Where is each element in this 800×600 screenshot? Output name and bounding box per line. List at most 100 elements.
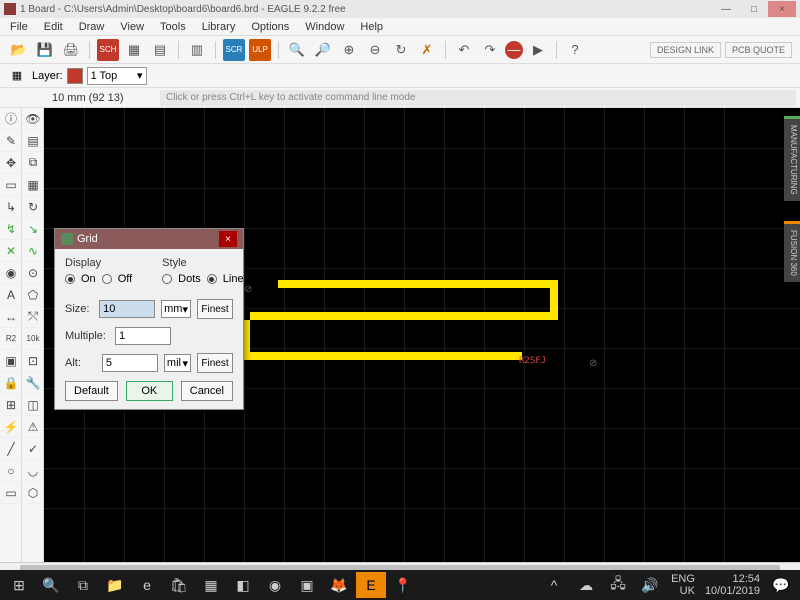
display-off-radio[interactable] xyxy=(102,274,112,284)
maximize-button[interactable]: □ xyxy=(740,1,768,17)
clock[interactable]: 12:5410/01/2019 xyxy=(701,573,764,597)
chrome-icon[interactable]: ◉ xyxy=(260,572,290,598)
manufacturing-tab[interactable]: MANUFACTURING xyxy=(784,116,800,201)
edge-icon[interactable]: e xyxy=(132,572,162,598)
store-icon[interactable]: 🛍 xyxy=(164,572,194,598)
paste-tool-icon[interactable]: ▣ xyxy=(0,350,22,372)
multiple-input[interactable] xyxy=(115,327,171,345)
app3-icon[interactable]: ▣ xyxy=(292,572,322,598)
save-icon[interactable]: 💾 xyxy=(34,39,56,61)
menu-options[interactable]: Options xyxy=(245,20,295,34)
redo-icon[interactable]: ↷ xyxy=(479,39,501,61)
mirror-tool-icon[interactable]: ▭ xyxy=(0,174,22,196)
library-icon[interactable]: ▥ xyxy=(186,39,208,61)
ratsnest-tool-icon[interactable]: ⊞ xyxy=(0,394,22,416)
menu-help[interactable]: Help xyxy=(354,20,389,34)
network-icon[interactable]: 🖧 xyxy=(603,572,633,598)
design-link-button[interactable]: DESIGN LINK xyxy=(650,42,721,58)
dimension-tool-icon[interactable]: ↔ xyxy=(0,306,22,328)
close-button[interactable]: × xyxy=(768,1,796,17)
zoom-select-icon[interactable]: ⊖ xyxy=(364,39,386,61)
minimize-button[interactable]: — xyxy=(712,1,740,17)
explorer-icon[interactable]: 📁 xyxy=(100,572,130,598)
ok-button[interactable]: OK xyxy=(126,381,173,401)
stop-icon[interactable]: — xyxy=(505,41,523,59)
rect-tool-icon[interactable]: ▭ xyxy=(0,482,22,504)
hole-tool-icon[interactable]: ⊙ xyxy=(22,262,44,284)
group-tool-icon[interactable]: ▦ xyxy=(22,174,44,196)
volume-icon[interactable]: 🔊 xyxy=(635,572,665,598)
alt-finest-button[interactable]: Finest xyxy=(197,353,233,373)
sheet-icon[interactable]: ▤ xyxy=(149,39,171,61)
display-on-radio[interactable] xyxy=(65,274,75,284)
menu-view[interactable]: View xyxy=(114,20,150,34)
size-unit-select[interactable]: mm▾ xyxy=(161,300,191,318)
lock-tool-icon[interactable]: 🔒 xyxy=(0,372,22,394)
rotate-tool-icon[interactable]: ↻ xyxy=(22,196,44,218)
pcb-quote-button[interactable]: PCB QUOTE xyxy=(725,42,792,58)
go-icon[interactable]: ▶ xyxy=(527,39,549,61)
grid-icon[interactable]: ▦ xyxy=(8,67,26,85)
start-button[interactable]: ⊞ xyxy=(4,572,34,598)
style-dots-radio[interactable] xyxy=(162,274,172,284)
route2-tool-icon[interactable]: ↘ xyxy=(22,218,44,240)
smash-tool-icon[interactable]: ⊡ xyxy=(22,350,44,372)
zoom-fit-icon[interactable]: ⊕ xyxy=(338,39,360,61)
layer-tool-icon[interactable]: ▤ xyxy=(22,130,44,152)
size-finest-button[interactable]: Finest xyxy=(197,299,233,319)
dialog-titlebar[interactable]: Grid × xyxy=(55,229,243,249)
command-line[interactable]: Click or press Ctrl+L key to activate co… xyxy=(160,90,796,106)
via-tool-icon[interactable]: ◉ xyxy=(0,262,22,284)
onedrive-icon[interactable]: ☁ xyxy=(571,572,601,598)
eye-tool-icon[interactable]: 👁 xyxy=(22,108,44,130)
poly-tool-icon[interactable]: ⬡ xyxy=(22,482,44,504)
cancel-icon[interactable]: ✗ xyxy=(416,39,438,61)
alt-input[interactable] xyxy=(102,354,158,372)
route-diff-icon[interactable]: ↯ xyxy=(0,218,22,240)
attribute-tool-icon[interactable]: R2 xyxy=(0,328,22,350)
value-tool-icon[interactable]: 10k xyxy=(22,328,44,350)
ripup-tool-icon[interactable]: ✕ xyxy=(0,240,22,262)
tray-up-icon[interactable]: ^ xyxy=(539,572,569,598)
mark-tool-icon[interactable]: ✓ xyxy=(22,438,44,460)
move-tool-icon[interactable]: ✥ xyxy=(0,152,22,174)
layer-dropdown[interactable]: 1 Top▾ xyxy=(87,67,147,85)
text-tool-icon[interactable]: A xyxy=(0,284,22,306)
notifications-icon[interactable]: 💬 xyxy=(766,572,796,598)
zoom-out-icon[interactable]: 🔎 xyxy=(312,39,334,61)
app4-icon[interactable]: 📍 xyxy=(388,572,418,598)
menu-file[interactable]: File xyxy=(4,20,34,34)
open-icon[interactable]: 📂 xyxy=(8,39,30,61)
scr-icon[interactable]: SCR xyxy=(223,39,245,61)
optimize-tool-icon[interactable]: ◫ xyxy=(22,394,44,416)
ulp-icon[interactable]: ULP xyxy=(249,39,271,61)
menu-tools[interactable]: Tools xyxy=(154,20,192,34)
menu-draw[interactable]: Draw xyxy=(73,20,111,34)
change-tool-icon[interactable]: 🔧 xyxy=(22,372,44,394)
menu-window[interactable]: Window xyxy=(299,20,350,34)
style-lines-radio[interactable] xyxy=(207,274,217,284)
circle-tool-icon[interactable]: ○ xyxy=(0,460,22,482)
redraw-icon[interactable]: ↻ xyxy=(390,39,412,61)
arc-tool-icon[interactable]: ◡ xyxy=(22,460,44,482)
polygon-tool-icon[interactable]: ⬠ xyxy=(22,284,44,306)
app1-icon[interactable]: ▦ xyxy=(196,572,226,598)
task-view-icon[interactable]: ⧉ xyxy=(68,572,98,598)
dialog-close-button[interactable]: × xyxy=(219,231,237,247)
help-icon[interactable]: ? xyxy=(564,39,586,61)
erc-tool-icon[interactable]: ⚡ xyxy=(0,416,22,438)
split-tool-icon[interactable]: ⤲ xyxy=(22,306,44,328)
show-tool-icon[interactable]: ✎ xyxy=(0,130,22,152)
language-indicator[interactable]: ENGUK xyxy=(667,573,699,597)
layer-color-swatch[interactable] xyxy=(67,68,83,84)
zoom-in-icon[interactable]: 🔍 xyxy=(286,39,308,61)
copy-tool-icon[interactable]: ⧉ xyxy=(22,152,44,174)
drc-tool-icon[interactable]: ⚠ xyxy=(22,416,44,438)
alt-unit-select[interactable]: mil▾ xyxy=(164,354,191,372)
route-tool-icon[interactable]: ↳ xyxy=(0,196,22,218)
fusion360-tab[interactable]: FUSION 360 xyxy=(784,221,800,282)
cancel-button[interactable]: Cancel xyxy=(181,381,233,401)
menu-library[interactable]: Library xyxy=(196,20,242,34)
info-tool-icon[interactable]: ⓘ xyxy=(0,108,22,130)
app2-icon[interactable]: ◧ xyxy=(228,572,258,598)
